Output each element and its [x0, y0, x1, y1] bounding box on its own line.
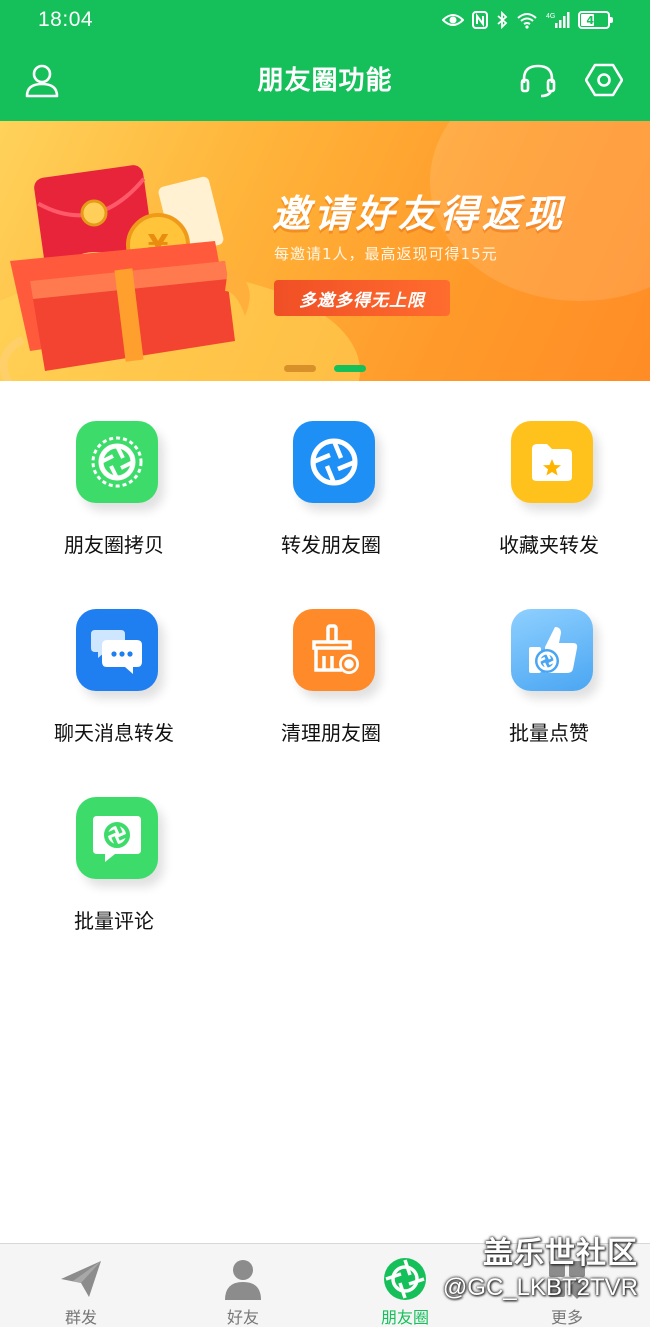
gift-box-illustration: ¥: [0, 165, 250, 381]
banner-subtitle: 每邀请1人，最高返现可得15元: [274, 245, 498, 263]
feature-label: 清理朋友圈: [281, 721, 381, 745]
feature-clean-moments[interactable]: 清理朋友圈: [223, 569, 439, 757]
network-type: 4G: [546, 13, 555, 20]
shutter-copy-icon: [76, 421, 158, 503]
person-icon: [220, 1256, 266, 1302]
nav-item-friends[interactable]: 好友: [162, 1244, 324, 1327]
feature-batch-comment[interactable]: 批量评论: [6, 757, 222, 945]
status-bar: 18:04 4G 47: [0, 0, 650, 40]
feature-favorites-forward[interactable]: 收藏夹转发: [441, 381, 650, 569]
comment-shutter-icon: [76, 797, 158, 879]
settings-hexagon-icon[interactable]: [584, 60, 624, 100]
feature-label: 批量评论: [74, 909, 154, 933]
feature-chat-forward[interactable]: 聊天消息转发: [6, 569, 222, 757]
nav-item-moments[interactable]: 朋友圈: [324, 1244, 486, 1327]
wifi-icon: [516, 11, 538, 29]
feature-moments-copy[interactable]: 朋友圈拷贝: [6, 381, 222, 569]
banner-headline: 邀请好友得返现: [272, 192, 567, 236]
chat-bubbles-icon: [76, 609, 158, 691]
feature-label: 转发朋友圈: [281, 533, 381, 557]
carousel-indicator: [0, 365, 650, 373]
broom-clean-icon: [293, 609, 375, 691]
app-screen: 18:04 4G 47 朋友圈功能 ¥ 邀请好友得返现 每邀请1人，最高返现可得…: [0, 0, 650, 1327]
nav-item-mass-send[interactable]: 群发: [0, 1244, 162, 1327]
top-bar: 18:04 4G 47 朋友圈功能: [0, 0, 650, 121]
moments-shutter-icon: [382, 1256, 428, 1302]
nav-label: 好友: [226, 1308, 259, 1327]
carousel-dot-2[interactable]: [334, 365, 366, 372]
feature-label: 收藏夹转发: [499, 533, 599, 557]
signal-icon: 4G: [546, 11, 570, 29]
folder-star-icon: [511, 421, 593, 503]
status-icons: 4G 47: [442, 9, 613, 31]
shutter-forward-icon: [293, 421, 375, 503]
feature-label: 朋友圈拷贝: [64, 533, 164, 557]
paper-plane-icon: [58, 1256, 104, 1302]
bottom-nav: 群发 好友 朋友圈 更多: [0, 1243, 650, 1327]
title-bar: 朋友圈功能: [0, 40, 650, 121]
feature-label: 聊天消息转发: [54, 721, 174, 745]
status-time: 18:04: [38, 8, 94, 31]
carousel-dot-1[interactable]: [284, 365, 316, 372]
more-icon: [544, 1256, 590, 1302]
nav-label: 群发: [64, 1308, 97, 1327]
banner-cta[interactable]: 多邀多得无上限: [274, 280, 450, 316]
promo-banner[interactable]: ¥ 邀请好友得返现 每邀请1人，最高返现可得15元 多邀多得无上限: [0, 121, 650, 381]
thumbs-up-icon: [511, 609, 593, 691]
feature-batch-like[interactable]: 批量点赞: [441, 569, 650, 757]
nav-item-more[interactable]: 更多: [486, 1244, 648, 1327]
eye-icon: [442, 12, 464, 28]
nfc-icon: [472, 11, 488, 29]
bluetooth-icon: [496, 11, 508, 29]
headset-icon[interactable]: [518, 60, 558, 100]
feature-label: 批量点赞: [509, 721, 589, 745]
battery-level: 47: [586, 13, 602, 27]
nav-label: 更多: [550, 1308, 583, 1327]
nav-label: 朋友圈: [380, 1308, 429, 1327]
battery-icon: 47: [578, 11, 613, 29]
feature-forward-moments[interactable]: 转发朋友圈: [223, 381, 439, 569]
